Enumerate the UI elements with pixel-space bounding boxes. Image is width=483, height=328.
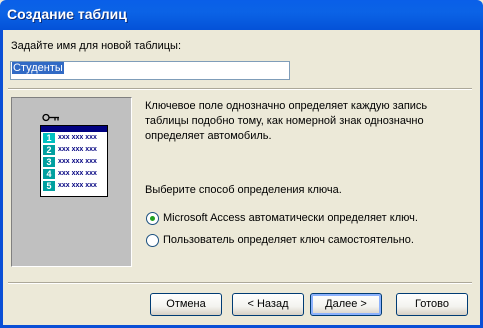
user-key-radio[interactable] bbox=[146, 234, 159, 247]
window-title: Создание таблиц bbox=[7, 6, 127, 22]
row-cells: xxx xxx xxx bbox=[58, 134, 97, 141]
auto-key-radio[interactable] bbox=[146, 212, 159, 225]
next-button[interactable]: Далее > bbox=[310, 293, 382, 316]
table-icon-row: 5 xxx xxx xxx bbox=[41, 180, 107, 192]
row-number: 5 bbox=[43, 181, 55, 191]
key-illustration: 1 xxx xxx xxx 2 xxx xxx xxx 3 xxx xxx xx… bbox=[11, 97, 132, 267]
bottom-divider bbox=[8, 282, 472, 284]
key-description: Ключевое поле однозначно определяет кажд… bbox=[145, 100, 428, 142]
row-cells: xxx xxx xxx bbox=[58, 158, 97, 165]
user-key-label[interactable]: Пользователь определяет ключ самостоятел… bbox=[163, 234, 414, 246]
finish-button[interactable]: Готово bbox=[396, 293, 468, 316]
key-icon bbox=[42, 113, 59, 122]
row-number: 2 bbox=[43, 145, 55, 155]
row-number: 3 bbox=[43, 157, 55, 167]
row-cells: xxx xxx xxx bbox=[58, 170, 97, 177]
row-cells: xxx xxx xxx bbox=[58, 146, 97, 153]
title-bar: Создание таблиц bbox=[0, 0, 483, 30]
top-divider bbox=[8, 88, 472, 90]
cancel-button[interactable]: Отмена bbox=[150, 293, 222, 316]
table-icon-row: 4 xxx xxx xxx bbox=[41, 168, 107, 180]
table-icon: 1 xxx xxx xxx 2 xxx xxx xxx 3 xxx xxx xx… bbox=[40, 125, 108, 197]
table-icon-row: 1 xxx xxx xxx bbox=[41, 132, 107, 144]
key-choice-label: Выберите способ определения ключа. bbox=[145, 184, 342, 196]
table-name-input[interactable]: Студенты bbox=[10, 61, 290, 80]
radio-selected-dot bbox=[150, 216, 155, 221]
auto-key-label[interactable]: Microsoft Access автоматически определяе… bbox=[163, 212, 418, 224]
table-name-label: Задайте имя для новой таблицы: bbox=[11, 40, 181, 52]
table-icon-row: 2 xxx xxx xxx bbox=[41, 144, 107, 156]
row-number: 1 bbox=[43, 133, 55, 143]
table-name-value: Студенты bbox=[12, 62, 64, 74]
row-number: 4 bbox=[43, 169, 55, 179]
row-cells: xxx xxx xxx bbox=[58, 182, 97, 189]
table-icon-row: 3 xxx xxx xxx bbox=[41, 156, 107, 168]
back-button[interactable]: < Назад bbox=[232, 293, 304, 316]
